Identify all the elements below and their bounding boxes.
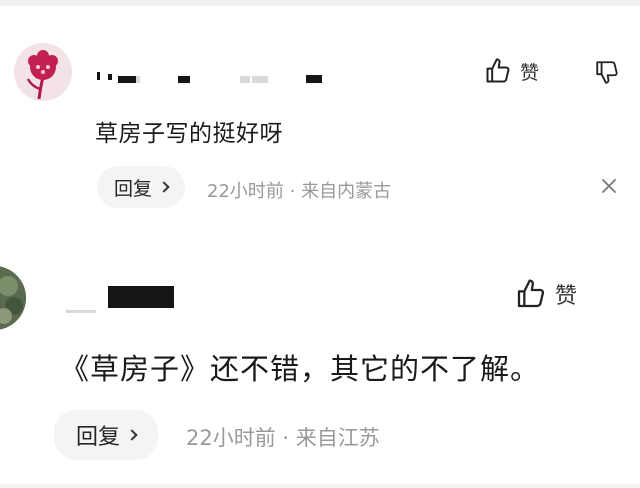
avatar[interactable] — [14, 43, 72, 101]
username-redacted — [60, 280, 180, 320]
like-label: 赞 — [555, 284, 578, 309]
bottom-divider — [0, 484, 640, 488]
flower-avatar-icon — [14, 43, 72, 101]
like-label: 赞 — [520, 61, 540, 84]
close-button[interactable] — [600, 177, 618, 195]
comment-time: 22小时前 — [186, 426, 276, 450]
comment-meta: 22小时前 · 来自江苏 — [186, 422, 380, 452]
comment-item: 赞 《草房子》还不错，其它的不了解。 回复 22小时前 · 来自江苏 — [0, 258, 640, 473]
comment-text: 草房子写的挺好呀 — [95, 121, 283, 147]
photo-avatar-icon — [0, 266, 26, 330]
comment-meta: 22小时前 · 来自内蒙古 — [207, 177, 391, 203]
chevron-right-icon — [158, 181, 170, 193]
comment-location: 来自内蒙古 — [301, 181, 392, 202]
dislike-button[interactable] — [594, 59, 620, 89]
thumbs-down-icon — [596, 61, 618, 84]
reply-label: 回复 — [113, 177, 152, 200]
comment-text: 《草房子》还不错，其它的不了解。 — [60, 352, 541, 386]
reply-button[interactable]: 回复 — [54, 410, 158, 460]
username-redacted — [92, 70, 332, 84]
like-button[interactable]: 赞 — [515, 278, 577, 310]
close-icon — [602, 179, 616, 193]
meta-separator: · — [289, 181, 296, 202]
comment-item: 赞 草房子写的挺好呀 回复 22小时前 · 来自内蒙古 — [0, 40, 640, 220]
thumbs-up-icon — [486, 58, 510, 83]
top-divider — [0, 0, 640, 6]
like-button[interactable]: 赞 — [484, 57, 539, 85]
avatar[interactable] — [0, 266, 26, 330]
comment-time: 22小时前 — [207, 181, 284, 202]
comment-location: 来自江苏 — [295, 426, 380, 450]
reply-button[interactable]: 回复 — [97, 166, 185, 208]
meta-separator: · — [282, 426, 290, 450]
reply-label: 回复 — [75, 425, 120, 450]
thumbs-up-icon — [517, 279, 545, 308]
chevron-right-icon — [126, 429, 138, 441]
